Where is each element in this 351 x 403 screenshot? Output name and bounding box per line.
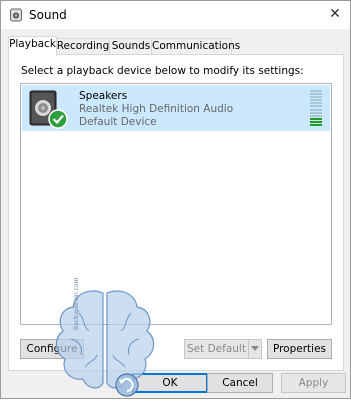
title-bar[interactable]: Sound ✕ [1, 1, 350, 29]
meter-segment [310, 124, 322, 127]
apply-button[interactable]: Apply [281, 373, 346, 393]
device-name: Speakers [79, 90, 128, 102]
meter-segment [310, 120, 322, 123]
meter-segment [310, 117, 322, 120]
meter-segment [310, 99, 322, 102]
check-icon [48, 109, 68, 129]
device-driver: Realtek High Definition Audio [79, 103, 234, 115]
meter-segment [310, 96, 322, 99]
meter-segment [310, 90, 322, 92]
chevron-down-icon [251, 346, 259, 351]
tab-playback[interactable]: Playback [8, 36, 57, 56]
meter-segment [310, 102, 322, 105]
meter-segment [310, 93, 322, 96]
device-list[interactable]: Speakers Realtek High Definition Audio D… [20, 83, 332, 325]
configure-button[interactable]: Configure [20, 339, 84, 359]
meter-segment [310, 105, 322, 108]
speaker-icon [29, 90, 68, 129]
properties-button[interactable]: Properties [267, 339, 332, 359]
instructions-text: Select a playback device below to modify… [21, 65, 304, 77]
volume-level-meter [310, 90, 322, 128]
tab-sounds[interactable]: Sounds [109, 38, 153, 55]
meter-segment [310, 111, 322, 114]
watermark-text: BackupBrain.com [73, 277, 80, 330]
close-button[interactable]: ✕ [320, 1, 350, 29]
window-title: Sound [29, 8, 67, 22]
set-default-dropdown[interactable] [248, 339, 262, 359]
meter-segment [310, 114, 322, 117]
meter-segment [310, 108, 322, 111]
ok-button[interactable]: OK [132, 373, 208, 393]
sound-app-icon [10, 8, 22, 22]
playback-panel: Select a playback device below to modify… [8, 54, 344, 371]
device-status: Default Device [79, 116, 157, 128]
sound-dialog: Sound ✕ Playback Recording Sounds Commun… [0, 0, 351, 399]
close-icon: ✕ [329, 6, 341, 22]
set-default-button[interactable]: Set Default [184, 339, 249, 359]
device-row-speakers[interactable]: Speakers Realtek High Definition Audio D… [22, 85, 330, 131]
tab-recording[interactable]: Recording [55, 38, 111, 55]
tab-communications[interactable]: Communications [151, 38, 240, 55]
cancel-button[interactable]: Cancel [207, 373, 273, 393]
